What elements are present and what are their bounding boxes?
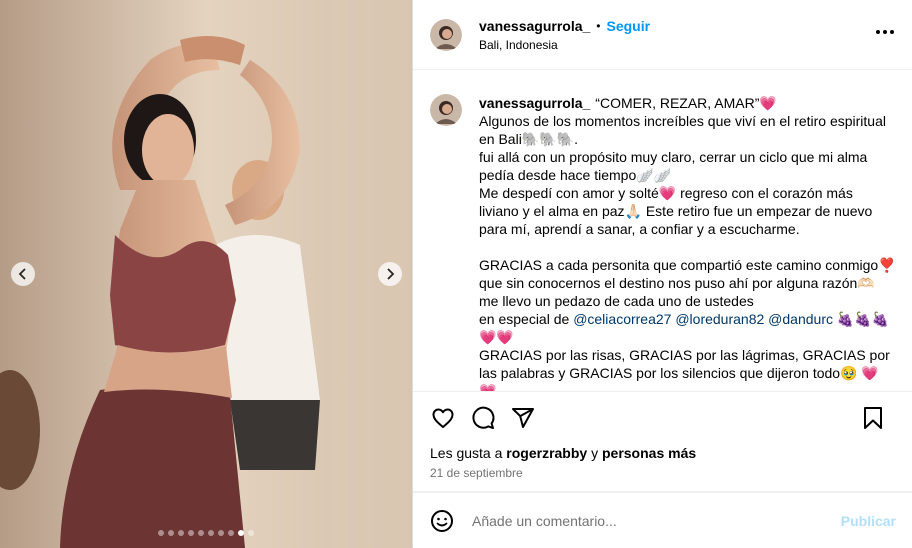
bookmark-icon bbox=[864, 407, 882, 429]
carousel-indicator bbox=[0, 530, 412, 536]
previous-slide-button[interactable] bbox=[11, 262, 35, 286]
chevron-left-icon bbox=[18, 268, 26, 280]
post-header: vanessagurrola_ • Seguir Bali, Indonesia bbox=[413, 0, 912, 70]
carousel-dot bbox=[218, 530, 224, 536]
carousel-dot bbox=[188, 530, 194, 536]
action-bar bbox=[413, 392, 912, 444]
carousel-dot bbox=[238, 530, 244, 536]
post-date[interactable]: 21 de septiembre bbox=[413, 462, 912, 492]
caption-line-1: Algunos de los momentos increíbles que v… bbox=[479, 113, 886, 147]
carousel-dot bbox=[208, 530, 214, 536]
save-button[interactable] bbox=[860, 405, 886, 431]
publish-button[interactable]: Publicar bbox=[841, 513, 896, 529]
carousel-dot bbox=[248, 530, 254, 536]
caption-text: vanessagurrola_ “COMER, REZAR, AMAR”💗 Alg… bbox=[479, 94, 896, 391]
share-button[interactable] bbox=[510, 405, 536, 431]
caption-line-5: GRACIAS por las risas, GRACIAS por las l… bbox=[479, 347, 890, 392]
avatar[interactable] bbox=[430, 18, 462, 51]
more-options-icon[interactable] bbox=[876, 30, 894, 34]
chevron-right-icon bbox=[387, 268, 395, 280]
header-text: vanessagurrola_ • Seguir Bali, Indonesia bbox=[479, 18, 650, 52]
send-icon bbox=[512, 408, 534, 428]
mention-link[interactable]: @loreduran82 bbox=[675, 311, 764, 327]
comment-bar: Publicar bbox=[413, 492, 912, 548]
carousel-dot bbox=[178, 530, 184, 536]
likes-prefix: Les gusta a bbox=[430, 445, 503, 461]
mentions-prefix: en especial de bbox=[479, 311, 570, 327]
comment-icon bbox=[472, 406, 495, 429]
caption-line-4: GRACIAS a cada personita que compartió e… bbox=[479, 257, 896, 309]
carousel-dot bbox=[158, 530, 164, 536]
like-button[interactable] bbox=[430, 405, 456, 431]
carousel-dot bbox=[168, 530, 174, 536]
header-top-line: vanessagurrola_ • Seguir bbox=[479, 18, 650, 34]
instagram-post: vanessagurrola_ • Seguir Bali, Indonesia… bbox=[0, 0, 912, 548]
next-slide-button[interactable] bbox=[378, 262, 402, 286]
caption-mentions-line: en especial de @celiacorrea27 @loreduran… bbox=[479, 310, 896, 346]
caption-area: vanessagurrola_ “COMER, REZAR, AMAR”💗 Alg… bbox=[413, 70, 912, 392]
comment-input[interactable] bbox=[470, 511, 841, 530]
likes-conjunction: y bbox=[591, 445, 599, 461]
post-location[interactable]: Bali, Indonesia bbox=[479, 38, 650, 52]
emoji-icon[interactable] bbox=[430, 509, 454, 533]
likes-summary: Les gusta a rogerzrabby y personas más bbox=[413, 444, 912, 462]
likes-others-link[interactable]: personas más bbox=[602, 445, 696, 461]
caption-title: “COMER, REZAR, AMAR”💗 bbox=[595, 95, 777, 111]
post-photo bbox=[0, 0, 412, 548]
caption-avatar[interactable] bbox=[430, 94, 462, 126]
caption-line-2: fui allá con un propósito muy claro, cer… bbox=[479, 149, 868, 183]
comment-button[interactable] bbox=[470, 405, 496, 431]
carousel-dot bbox=[198, 530, 204, 536]
post-media[interactable] bbox=[0, 0, 412, 548]
caption-username[interactable]: vanessagurrola_ bbox=[479, 95, 590, 111]
mention-link[interactable]: @dandurc bbox=[768, 311, 833, 327]
separator-dot: • bbox=[596, 18, 601, 33]
post-details-panel: vanessagurrola_ • Seguir Bali, Indonesia… bbox=[412, 0, 912, 548]
author-username[interactable]: vanessagurrola_ bbox=[479, 18, 590, 34]
heart-outline-icon bbox=[432, 408, 454, 428]
follow-button[interactable]: Seguir bbox=[607, 18, 651, 34]
mention-link[interactable]: @celiacorrea27 bbox=[573, 311, 671, 327]
caption-line-3: Me despedí con amor y solté💗 regreso con… bbox=[479, 185, 873, 237]
carousel-dot bbox=[228, 530, 234, 536]
liker-username[interactable]: rogerzrabby bbox=[506, 445, 587, 461]
